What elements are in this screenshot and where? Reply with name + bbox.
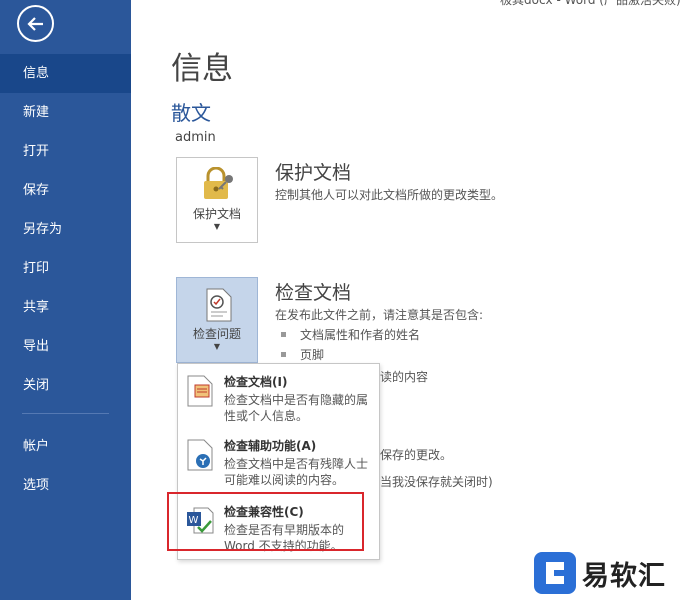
protect-document-button[interactable]: 保护文档 ▼	[176, 157, 258, 243]
check-issues-button-label: 检查问题	[192, 327, 241, 341]
nav-save-as[interactable]: 另存为	[0, 210, 131, 249]
page-title: 信息	[171, 51, 233, 87]
document-name: 散文	[171, 101, 211, 125]
chevron-down-icon: ▼	[213, 342, 221, 351]
inspect-bullet: 页脚	[281, 346, 324, 363]
menu-item-description: 检查文档中是否有隐藏的属性或个人信息。	[224, 393, 369, 423]
menu-item-check-accessibility[interactable]: 检查辅助功能(A) 检查文档中是否有残障人士可能难以阅读的内容。	[178, 431, 379, 493]
nav-open[interactable]: 打开	[0, 132, 131, 171]
backstage-sidebar: 信息 新建 打开 保存 另存为 打印 共享 导出 关闭 帐户 选项	[0, 0, 131, 600]
menu-item-description: 检查文档中是否有残障人士可能难以阅读的内容。	[224, 457, 369, 487]
autosave-text: 当我没保存就关闭时)	[380, 475, 493, 489]
inspect-description: 在发布此文件之前，请注意其是否包含:	[275, 308, 484, 322]
watermark-text: 易软汇	[582, 561, 666, 592]
nav-new[interactable]: 新建	[0, 93, 131, 132]
protect-document-button-label: 保护文档	[192, 207, 241, 221]
window-title: 极其docx - Word (产品激活失败)	[500, 0, 681, 7]
inspect-document-icon	[187, 375, 213, 407]
nav-export[interactable]: 导出	[0, 327, 131, 366]
protect-title: 保护文档	[275, 162, 352, 184]
nav-info[interactable]: 信息	[0, 54, 131, 93]
author-name: admin	[175, 130, 216, 145]
nav-close[interactable]: 关闭	[0, 366, 131, 405]
nav-divider	[22, 413, 109, 414]
inspect-bullet: 文档属性和作者的姓名	[281, 326, 420, 343]
menu-item-title: 检查文档(I)	[224, 375, 288, 389]
nav-print[interactable]: 打印	[0, 249, 131, 288]
accessibility-icon	[187, 439, 213, 471]
nav-account[interactable]: 帐户	[0, 427, 131, 466]
menu-item-inspect-document[interactable]: 检查文档(I) 检查文档中是否有隐藏的属性或个人信息。	[178, 367, 379, 429]
versions-text: 保存的更改。	[380, 448, 453, 462]
nav-share[interactable]: 共享	[0, 288, 131, 327]
back-arrow-icon[interactable]	[17, 5, 54, 42]
check-issues-button[interactable]: 检查问题 ▼	[176, 277, 258, 363]
menu-item-title: 检查辅助功能(A)	[224, 439, 317, 453]
lock-key-icon	[204, 167, 233, 199]
inspect-title: 检查文档	[275, 282, 352, 304]
highlight-annotation	[167, 492, 364, 551]
protect-description: 控制其他人可以对此文档所做的更改类型。	[275, 188, 504, 202]
watermark: 易软汇	[524, 546, 695, 600]
chevron-down-icon: ▼	[213, 222, 221, 231]
watermark-logo-icon	[534, 552, 576, 594]
nav-options[interactable]: 选项	[0, 466, 131, 505]
nav-save[interactable]: 保存	[0, 171, 131, 210]
document-check-icon	[206, 288, 232, 322]
